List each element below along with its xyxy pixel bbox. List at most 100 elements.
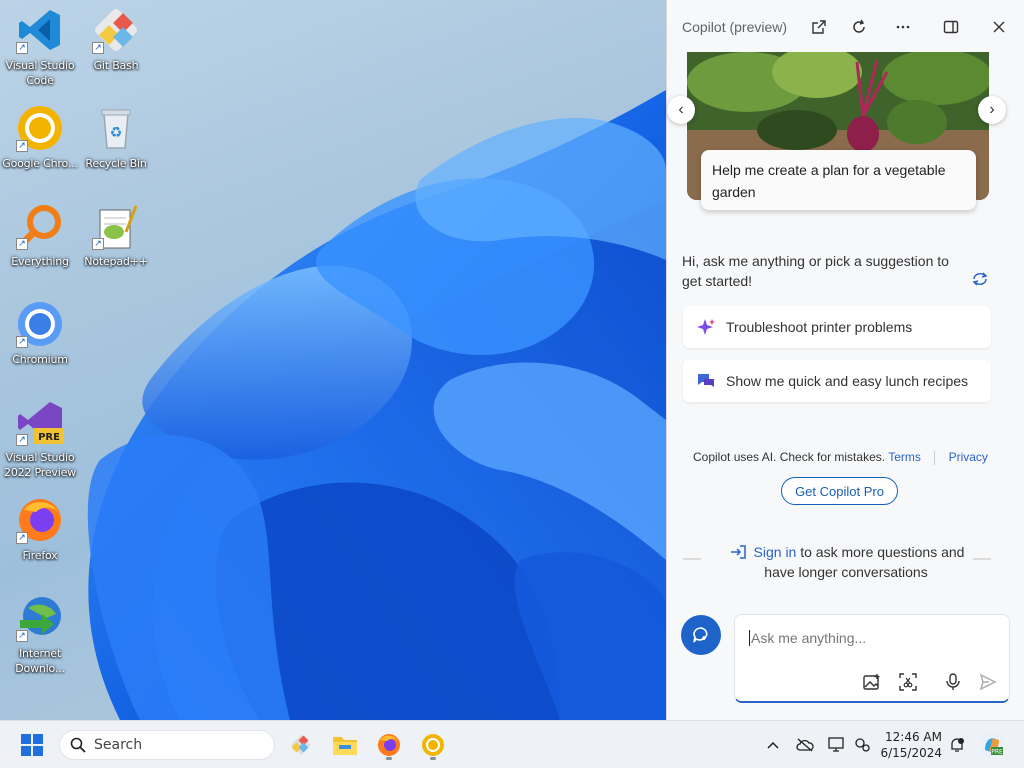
show-hidden-icons-button[interactable] <box>763 735 783 755</box>
taskbar-app-chrome[interactable] <box>417 729 449 761</box>
screenshot-button[interactable] <box>897 671 919 693</box>
sign-in-link[interactable]: Sign in <box>754 544 797 560</box>
taskbar-search-box[interactable]: Search <box>59 730 275 760</box>
more-options-button[interactable] <box>890 14 916 40</box>
firefox-icon <box>378 734 400 756</box>
desktop-icon-vscode[interactable]: ↗ Visual Studio Code <box>0 6 80 88</box>
taskbar-clock[interactable]: 12:46 AM 6/15/2024 <box>880 729 942 761</box>
chromium-icon: ↗ <box>16 300 64 348</box>
accessibility-settings[interactable] <box>853 735 873 755</box>
desktop-icon-label: Everything <box>11 255 69 268</box>
divider <box>934 450 936 465</box>
sign-in-icon <box>730 545 746 559</box>
greeting-text: Hi, ask me anything or pick a suggestion… <box>682 253 949 289</box>
google-chrome-icon <box>422 734 444 756</box>
internet-download-manager-icon: ↗ <box>16 594 64 642</box>
desktop-icon-label: Recycle Bin <box>85 157 147 170</box>
git-bash-icon <box>291 735 311 755</box>
network-status[interactable] <box>795 735 815 755</box>
open-in-new-window-button[interactable] <box>806 14 832 40</box>
chat-input-placeholder[interactable]: Ask me anything... <box>749 630 866 646</box>
sign-in-text: have longer conversations <box>764 564 928 580</box>
close-icon <box>993 21 1005 33</box>
desktop-icon-git-bash[interactable]: ↗ Git Bash <box>76 6 156 73</box>
copilot-header: Copilot (preview) <box>667 0 1024 52</box>
recycle-bin-icon: ♻ <box>92 104 140 152</box>
new-topic-button[interactable] <box>681 615 721 655</box>
desktop[interactable]: ↗ Visual Studio Code ↗ Git Bash ↗ Google… <box>0 0 666 720</box>
carousel-prev-button[interactable]: ‹ <box>667 96 695 124</box>
suggestion-troubleshoot-printer[interactable]: Troubleshoot printer problems <box>683 306 991 348</box>
carousel-next-button[interactable]: › <box>978 96 1006 124</box>
chevron-up-icon <box>767 741 779 749</box>
desktop-icon-google-chrome[interactable]: ↗ Google Chro... <box>0 104 80 171</box>
desktop-icon-visual-studio-preview[interactable]: PRE ↗ Visual Studio 2022 Preview <box>0 398 80 480</box>
notifications-button[interactable] <box>947 735 967 755</box>
taskbar: Search 12:46 AM 6/15/2024 PRE <box>0 720 1024 768</box>
start-button[interactable] <box>16 729 48 761</box>
copilot-title: Copilot (preview) <box>682 19 788 35</box>
privacy-link[interactable]: Privacy <box>949 450 988 464</box>
search-placeholder: Search <box>94 737 143 753</box>
folder-icon <box>333 737 357 755</box>
chat-input-box[interactable]: Ask me anything... <box>734 614 1010 703</box>
settings-sync-icon <box>855 738 870 752</box>
close-button[interactable] <box>986 14 1012 40</box>
vscode-icon: ↗ <box>16 6 64 54</box>
sidebar-icon <box>943 20 959 34</box>
refresh-icon <box>853 19 865 33</box>
voice-input-button[interactable] <box>942 671 964 693</box>
running-indicator <box>386 757 392 760</box>
svg-text:♻: ♻ <box>110 125 123 141</box>
refresh-button[interactable] <box>846 14 872 40</box>
open-external-icon <box>812 20 826 34</box>
running-indicator <box>430 757 436 760</box>
monitor-icon <box>828 737 844 752</box>
desktop-icon-everything[interactable]: ↗ Everything <box>0 202 80 269</box>
desktop-icon-label: Notepad++ <box>84 255 148 268</box>
cloud-offline-icon <box>796 738 814 752</box>
notepad-plus-plus-icon: ↗ <box>92 202 140 250</box>
desktop-icon-recycle-bin[interactable]: ♻ Recycle Bin <box>76 104 156 171</box>
search-icon <box>70 737 86 753</box>
dock-sidebar-button[interactable] <box>938 14 964 40</box>
desktop-icon-label: Chromium <box>12 353 68 366</box>
send-button[interactable] <box>977 671 999 693</box>
refresh-suggestions-button[interactable] <box>971 271 989 290</box>
taskbar-app-firefox[interactable] <box>373 729 405 761</box>
terms-link[interactable]: Terms <box>888 450 921 464</box>
refresh-suggestions-icon <box>972 272 988 286</box>
desktop-icon-label: Google Chro... <box>2 157 78 170</box>
chevron-right-icon: › <box>989 101 995 118</box>
sign-in-text: to ask more questions and <box>800 544 965 560</box>
desktop-icon-label: Firefox <box>22 549 58 562</box>
send-icon <box>979 673 997 691</box>
add-image-button[interactable] <box>861 671 883 693</box>
desktop-icon-notepad-plus-plus[interactable]: ↗ Notepad++ <box>76 202 156 269</box>
firefox-icon: ↗ <box>16 496 64 544</box>
google-chrome-icon: ↗ <box>16 104 64 152</box>
desktop-icon-label: Git Bash <box>93 59 139 72</box>
get-copilot-pro-button[interactable]: Get Copilot Pro <box>781 477 898 505</box>
copilot-panel: Copilot (preview) ‹ › Help me create a p… <box>666 0 1024 720</box>
suggestion-card-vegetable-garden[interactable]: Help me create a plan for a vegetable ga… <box>701 150 976 210</box>
suggestion-label: Troubleshoot printer problems <box>726 319 913 335</box>
display-settings[interactable] <box>827 735 847 755</box>
desktop-icon-label: Visual Studio Code <box>5 59 75 87</box>
desktop-icon-internet-download-manager[interactable]: ↗ Internet Downlo... <box>0 594 80 676</box>
svg-text:PRE: PRE <box>991 749 1003 756</box>
more-options-icon <box>896 25 910 29</box>
add-image-icon <box>863 674 880 690</box>
disclaimer-text: Copilot uses AI. Check for mistakes. <box>693 450 886 464</box>
copilot-taskbar-button[interactable]: PRE <box>976 729 1008 761</box>
chevron-left-icon: ‹ <box>678 101 684 118</box>
taskbar-app-git[interactable] <box>285 729 317 761</box>
everything-search-icon: ↗ <box>16 202 64 250</box>
desktop-icon-label: Internet Downlo... <box>15 647 65 675</box>
desktop-icon-chromium[interactable]: ↗ Chromium <box>0 300 80 367</box>
disclaimer: Copilot uses AI. Check for mistakes. Ter… <box>693 450 993 465</box>
git-bash-icon: ↗ <box>92 6 140 54</box>
desktop-icon-firefox[interactable]: ↗ Firefox <box>0 496 80 563</box>
taskbar-app-file-explorer[interactable] <box>329 729 361 761</box>
suggestion-lunch-recipes[interactable]: Show me quick and easy lunch recipes <box>683 360 991 402</box>
